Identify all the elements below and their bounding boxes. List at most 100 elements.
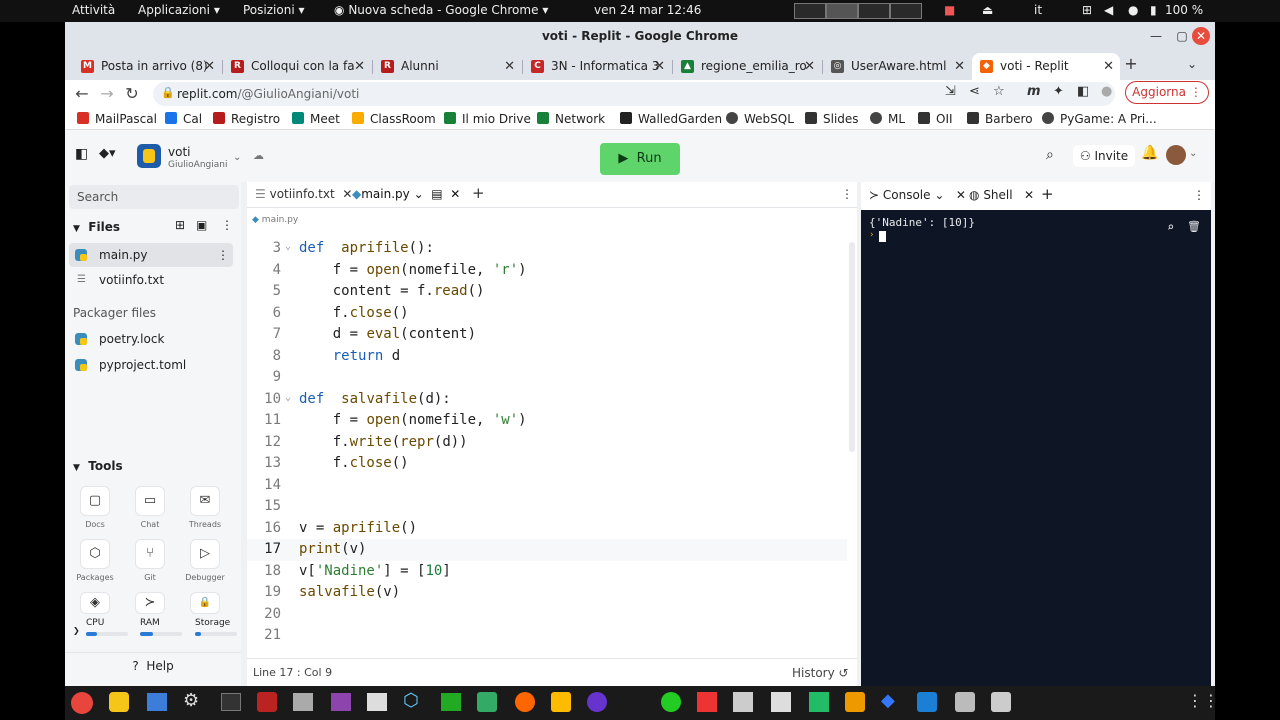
tab-votiinfo[interactable]: ☰ votiinfo.txt ✕ [255,187,352,201]
bookmark-walledgarden[interactable]: WalledGarden [620,112,722,126]
sidebar-toggle-icon[interactable]: ◧ [75,146,88,162]
firefox-icon[interactable] [515,692,535,712]
tool-docs[interactable]: ▢ Docs [69,486,121,529]
app-icon[interactable] [733,692,753,712]
code-line[interactable]: 14 [247,475,847,497]
close-tab-icon[interactable]: ✕ [654,53,665,80]
code-line[interactable]: 9 [247,367,847,389]
close-tab-icon[interactable]: ✕ [204,53,215,80]
maximize-icon[interactable]: ▢ [1173,27,1191,45]
terminal-icon[interactable] [221,693,241,711]
code-line[interactable]: 11 f = open(nomefile, 'w') [247,410,847,432]
battery-icon[interactable]: ▮ [1150,3,1157,17]
bookmark-barbero[interactable]: Barbero [967,112,1033,126]
close-tab-icon[interactable]: ✕ [354,53,365,80]
lock-icon[interactable]: 🔒 [161,86,175,99]
bookmark-network[interactable]: Network [537,112,605,126]
back-icon[interactable]: ← [72,84,92,104]
tool-debugger[interactable]: ▷ Debugger [179,539,231,582]
volume-icon[interactable]: ◀ [1104,3,1113,17]
minimize-icon[interactable]: — [1147,27,1165,45]
new-folder-icon[interactable]: ▣ [196,218,207,232]
extension-m-icon[interactable]: m [1027,84,1041,99]
app-icon[interactable] [661,692,681,712]
new-file-icon[interactable]: ⊞ [175,218,185,232]
bookmark-ml[interactable]: ML [870,112,905,126]
more-vert-icon[interactable]: ⋮ [217,243,229,267]
tab-alunni[interactable]: R Alunni ✕ [373,53,521,80]
extensions-puzzle-icon[interactable]: ✦ [1053,84,1064,99]
resources-bar[interactable]: ❯ CPU RAM Storage [65,618,241,648]
chevron-right-icon[interactable]: ❯ [73,626,80,635]
tools-section-header[interactable]: ▼ Tools [73,459,123,473]
filezilla-icon[interactable] [257,692,277,712]
bookmark-meet[interactable]: Meet [292,112,340,126]
code-line[interactable]: 6 f.close() [247,303,847,325]
close-window-icon[interactable]: ✕ [1192,27,1210,45]
app-icon[interactable] [697,692,717,712]
app-icon[interactable]: ⬡ [403,690,419,711]
applications-menu[interactable]: Applicazioni ▾ [138,3,220,17]
app-grid-icon[interactable]: ⋮⋮ [1187,691,1219,710]
bookmark-cal[interactable]: Cal [165,112,202,126]
bookmark-oii[interactable]: OII [918,112,953,126]
network-icon[interactable]: ⊞ [1082,3,1092,17]
console-output[interactable]: {'Nadine': [10]} › ⌕ 🗑 [861,210,1211,686]
run-button[interactable]: ▶ Run [600,143,680,175]
tool-deploy[interactable]: ◈ [69,592,121,618]
code-line[interactable]: 16 v = aprifile() [247,518,847,540]
tab-search-chevron-icon[interactable]: ⌄ [1183,55,1201,73]
file-pyproject-toml[interactable]: pyproject.toml [69,353,233,377]
microphone-icon[interactable]: ● [1128,3,1138,17]
code-area[interactable]: 3 ⌄ def aprifile(): 4 f = open(nomefile, 'r… [247,238,847,658]
tool-shell[interactable]: ≻ [124,592,176,618]
repl-name[interactable]: voti [168,145,190,159]
side-panel-icon[interactable]: ◧ [1077,84,1089,99]
add-tab-icon[interactable]: + [1041,185,1054,203]
fold-chevron-icon[interactable]: ⌄ [285,241,291,252]
breadcrumb[interactable]: ◆ main.py [252,215,298,225]
code-line[interactable]: 19 salvafile(v) [247,582,847,604]
code-line[interactable]: 8 return d [247,346,847,368]
reload-icon[interactable]: ↻ [122,84,142,104]
search-input[interactable]: Search [69,185,239,209]
editor-scrollbar[interactable] [849,242,855,452]
code-line[interactable]: 4 f = open(nomefile, 'r') [247,260,847,282]
close-tab-icon[interactable]: ✕ [954,53,965,80]
code-line[interactable]: 15 [247,496,847,518]
search-icon[interactable]: ⌕ [1167,220,1174,234]
vscode-icon[interactable] [917,692,937,712]
eject-icon[interactable]: ⏏ [982,3,993,17]
close-tab-icon[interactable]: ✕ [504,53,515,80]
code-line[interactable]: 12 f.write(repr(d)) [247,432,847,454]
app-icon[interactable] [845,692,865,712]
tab-colloqui[interactable]: R Colloqui con la fa ✕ [223,53,371,80]
bookmark-star-icon[interactable]: ☆ [993,84,1005,99]
file-main-py[interactable]: main.py ⋮ [69,243,233,267]
chevron-down-icon[interactable]: ⌄ [233,152,241,163]
repl-owner[interactable]: GiulioAngiani [168,160,227,170]
code-line[interactable]: 21 [247,625,847,647]
pycharm-icon[interactable] [809,692,829,712]
bookmark-drive[interactable]: Il mio Drive [444,112,531,126]
workspace-2[interactable] [826,3,858,19]
app-icon[interactable] [587,692,607,712]
app-icon[interactable] [771,692,791,712]
workspace-3[interactable] [858,3,890,19]
close-tab-icon[interactable]: ✕ [804,53,815,80]
database-icon[interactable] [955,692,975,712]
active-app-menu[interactable]: ◉ Nuova scheda - Google Chrome ▾ [334,3,548,17]
file-votiinfo-txt[interactable]: ☰ votiinfo.txt [69,268,233,292]
history-button[interactable]: History ↺ [792,666,849,680]
code-line[interactable]: 10 ⌄ def salvafile(d): [247,389,847,411]
code-line[interactable]: 13 f.close() [247,453,847,475]
app-icon[interactable] [991,692,1011,712]
bookmark-classroom[interactable]: ClassRoom [352,112,436,126]
tool-chat[interactable]: ▭ Chat [124,486,176,529]
app-icon[interactable] [293,693,313,711]
file-poetry-lock[interactable]: poetry.lock [69,327,233,351]
tool-packages[interactable]: ⬡ Packages [69,539,121,582]
bookmark-registro[interactable]: Registro [213,112,280,126]
tab-informatica[interactable]: C 3N - Informatica 3 ✕ [523,53,671,80]
app-icon[interactable]: ◆ [881,690,895,711]
